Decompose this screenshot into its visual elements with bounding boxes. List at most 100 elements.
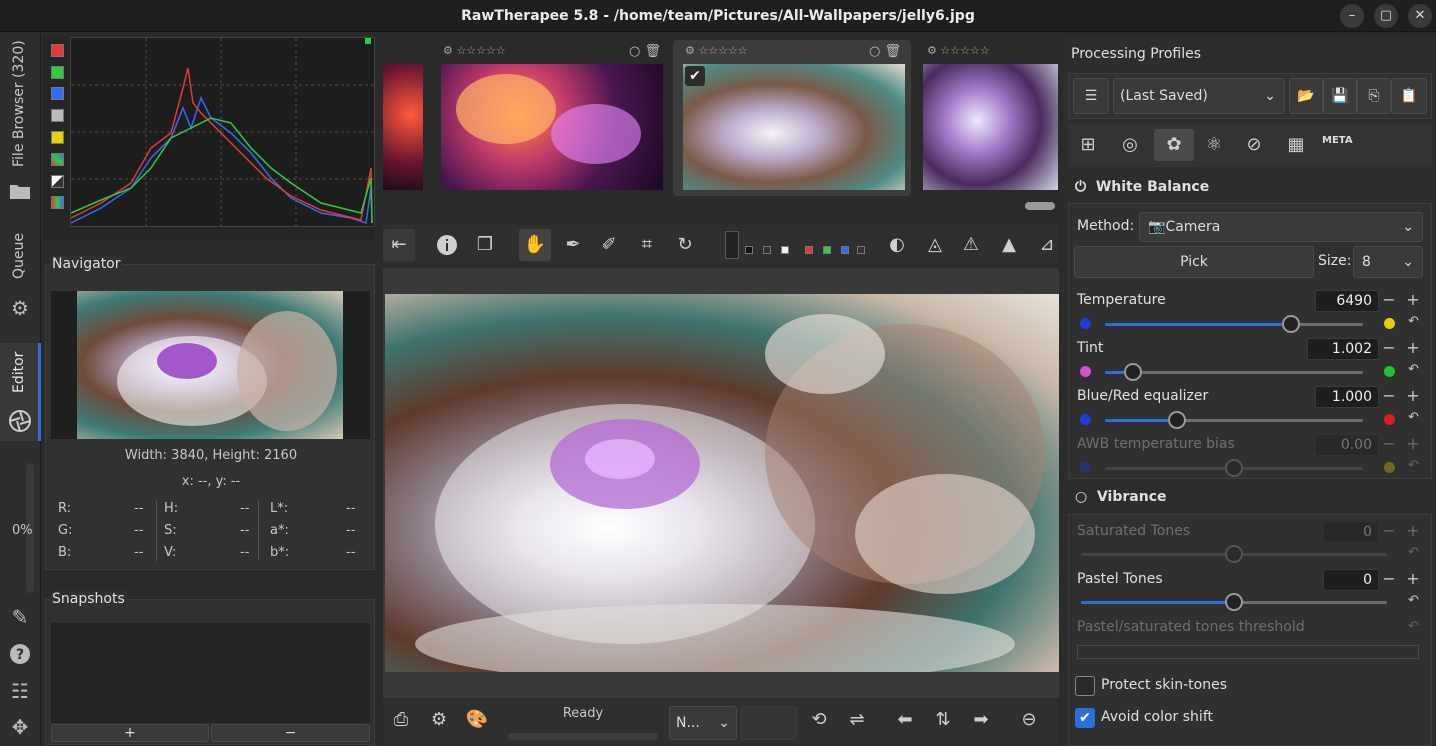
threshold-reset-icon[interactable]: ↶ — [1408, 619, 1419, 634]
histogram-green-toggle[interactable] — [51, 66, 64, 79]
preferences-icon[interactable]: ☷ — [8, 679, 32, 703]
blue-red-input[interactable]: 1.000 — [1315, 386, 1379, 408]
pastel-decrement[interactable]: − — [1379, 569, 1399, 591]
remove-snapshot-button[interactable]: − — [211, 724, 370, 742]
awb-bias-input[interactable]: 0.00 — [1315, 434, 1379, 456]
vibrance-header[interactable]: ○ Vibrance — [1075, 489, 1167, 505]
channel-luminance-icon[interactable] — [857, 246, 865, 254]
protect-skin-checkbox[interactable] — [1075, 676, 1095, 696]
channel-blue-icon[interactable] — [841, 246, 849, 254]
tab-editor[interactable]: Editor — [0, 343, 41, 441]
gamut-select[interactable] — [741, 706, 797, 740]
edited-image[interactable] — [385, 294, 1059, 684]
star-rating[interactable]: ☆☆☆☆☆ — [940, 44, 989, 57]
filmstrip-scrollbar[interactable] — [1025, 202, 1055, 210]
thumbnail-item[interactable]: ⚙ ☆☆☆☆☆ ○ 🗑 — [431, 40, 671, 196]
pastel-reset-icon[interactable]: ↶ — [1408, 593, 1419, 608]
temperature-increment[interactable]: + — [1403, 290, 1423, 312]
sync-icon[interactable]: ⇅ — [927, 704, 959, 736]
save-profile-icon[interactable]: 💾 — [1323, 78, 1357, 114]
next-image-icon[interactable]: ➡ — [965, 704, 997, 736]
tint-slider[interactable] — [1105, 371, 1363, 374]
bg-black-icon[interactable] — [745, 246, 753, 254]
tint-input[interactable]: 1.002 — [1307, 338, 1379, 360]
tint-knob[interactable] — [1124, 363, 1143, 381]
thumbnail-item[interactable] — [383, 40, 423, 196]
thumbnail-item-selected[interactable]: ⚙ ☆☆☆☆☆ ○ 🗑 ✔ — [673, 40, 911, 196]
color-picker-icon[interactable]: ✒ — [557, 229, 589, 261]
star-rating[interactable]: ☆☆☆☆☆ — [698, 44, 747, 57]
thumbnail-rating[interactable]: ⚙ ☆☆☆☆☆ — [927, 44, 990, 60]
histogram-chroma-toggle[interactable] — [51, 131, 64, 144]
awb-bias-knob[interactable] — [1225, 459, 1243, 477]
straighten-icon[interactable]: ↻ — [669, 229, 701, 261]
saturated-tones-input[interactable]: 0 — [1323, 521, 1379, 543]
rotate-left-icon[interactable]: ⟲ — [803, 704, 835, 736]
avoid-color-shift-checkbox[interactable]: ✔ — [1075, 708, 1095, 728]
channel-green-icon[interactable] — [823, 246, 831, 254]
histogram-raw-toggle[interactable] — [51, 153, 64, 166]
power-icon[interactable]: ⏻ — [1075, 179, 1086, 195]
snapshots-list[interactable] — [51, 623, 370, 723]
exposure-tab-icon[interactable]: ⊞ — [1072, 129, 1104, 161]
profile-select[interactable]: (Last Saved) ⌄ — [1113, 78, 1285, 114]
histogram-mode-toggle[interactable] — [51, 196, 64, 209]
fullscreen-icon[interactable]: ✥ — [8, 715, 32, 739]
clip-warning-icon[interactable]: ⚠ — [955, 229, 987, 261]
pastel-increment[interactable]: + — [1403, 569, 1423, 591]
tint-increment[interactable]: + — [1403, 338, 1423, 360]
saturated-reset-icon[interactable]: ↶ — [1408, 545, 1419, 560]
saturated-decrement[interactable]: − — [1379, 521, 1399, 543]
hand-tool-icon[interactable]: ✋ — [519, 229, 551, 261]
bg-white-icon[interactable] — [781, 246, 789, 254]
temperature-input[interactable]: 6490 — [1315, 290, 1379, 312]
tint-reset-icon[interactable]: ↶ — [1408, 362, 1419, 377]
histogram-luminance-toggle[interactable] — [51, 109, 64, 122]
paste-profile-icon[interactable]: 📋 — [1391, 78, 1427, 114]
wb-method-select[interactable]: 📷Camera ⌄ — [1139, 212, 1423, 242]
color-tab-icon[interactable]: ✿ — [1154, 129, 1194, 161]
pastel-tones-knob[interactable] — [1225, 593, 1243, 611]
saturated-tones-knob[interactable] — [1225, 545, 1243, 563]
blue-red-slider[interactable] — [1105, 419, 1363, 422]
threshold-slider[interactable] — [1077, 645, 1419, 659]
wb-picker-icon[interactable]: ✐ — [593, 229, 625, 261]
gears-icon[interactable]: ⚙ — [8, 296, 32, 320]
bg-gray-icon[interactable] — [763, 246, 771, 254]
blue-red-reset-icon[interactable]: ↶ — [1408, 410, 1419, 425]
reject-trash-icon[interactable]: ○ 🗑 — [629, 44, 661, 59]
detail-tab-icon[interactable]: ◎ — [1114, 129, 1146, 161]
wb-pick-button[interactable]: Pick — [1074, 246, 1314, 278]
reject-trash-icon[interactable]: ○ 🗑 — [869, 44, 901, 59]
raw-tab-icon[interactable]: ▦ — [1280, 129, 1312, 161]
curve-icon[interactable]: ⊿ — [1031, 229, 1063, 261]
profile-list-icon[interactable]: ☰ — [1073, 78, 1109, 114]
folder-icon[interactable] — [8, 181, 32, 205]
flip-icon[interactable]: ⇌ — [841, 704, 873, 736]
temperature-knob[interactable] — [1281, 315, 1300, 333]
zoom-out-icon[interactable]: ⊖ — [1013, 704, 1045, 736]
output-profile-select[interactable]: N... ⌄ — [669, 706, 737, 740]
pastel-tones-input[interactable]: 0 — [1323, 569, 1379, 591]
wb-size-select[interactable]: 8 ⌄ — [1353, 246, 1423, 278]
temperature-reset-icon[interactable]: ↶ — [1408, 314, 1419, 329]
preview-background-icon[interactable] — [725, 231, 739, 259]
channel-red-icon[interactable] — [805, 246, 813, 254]
histogram-bar-toggle[interactable] — [51, 175, 64, 188]
transform-tab-icon[interactable]: ⊘ — [1238, 129, 1270, 161]
thumbnail-rating[interactable]: ⚙ ☆☆☆☆☆ — [685, 44, 748, 60]
add-snapshot-button[interactable]: + — [51, 724, 209, 742]
thumbnail-item[interactable]: ⚙ ☆☆☆☆☆ — [915, 40, 1058, 196]
awb-bias-decrement[interactable]: − — [1379, 434, 1399, 456]
navigator-preview[interactable] — [51, 291, 370, 439]
star-rating[interactable]: ☆☆☆☆☆ — [456, 44, 505, 57]
blue-red-decrement[interactable]: − — [1379, 386, 1399, 408]
clip-shadow-icon[interactable]: ◬ — [919, 229, 951, 261]
export-icon[interactable]: ✎ — [8, 605, 32, 629]
histogram-red-toggle[interactable] — [51, 44, 64, 57]
histogram-blue-toggle[interactable] — [51, 87, 64, 100]
clip-highlight-icon[interactable]: ▲ — [993, 229, 1025, 261]
maximize-button[interactable]: ▢ — [1374, 4, 1398, 28]
advanced-tab-icon[interactable]: ⚛ — [1198, 129, 1230, 161]
queue-add-icon[interactable]: ⚙ — [423, 704, 455, 736]
